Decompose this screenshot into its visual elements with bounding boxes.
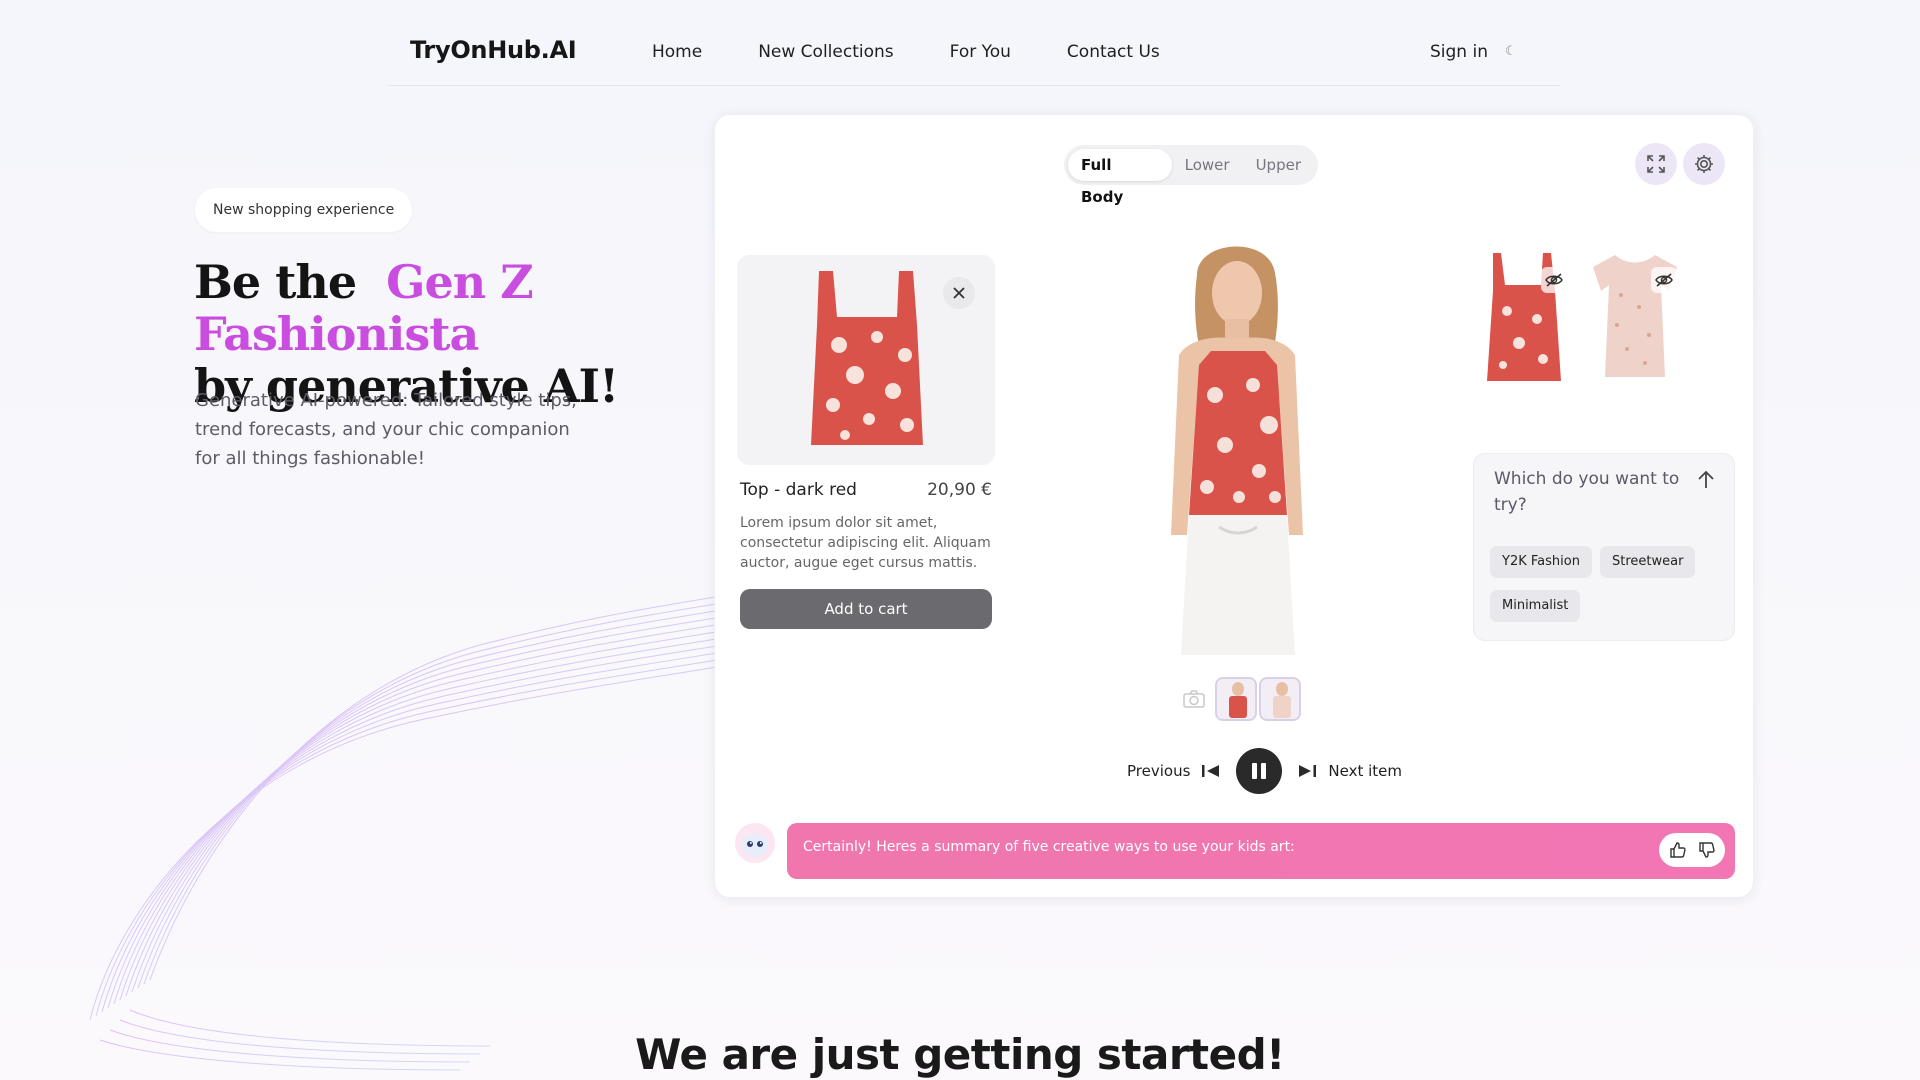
assistant-avatar xyxy=(735,823,775,863)
product-image[interactable] xyxy=(737,255,995,465)
hero-title-lead: Be the xyxy=(194,255,357,309)
chip-y2k-fashion[interactable]: Y2K Fashion xyxy=(1490,546,1592,578)
previous-label[interactable]: Previous xyxy=(1127,762,1190,780)
style-prompt-box: Which do you want to try? Y2K Fashion St… xyxy=(1473,453,1735,641)
thumbs-down-icon[interactable] xyxy=(1698,841,1716,859)
pause-button[interactable] xyxy=(1236,748,1283,794)
camera-icon[interactable] xyxy=(1183,690,1205,708)
chip-streetwear[interactable]: Streetwear xyxy=(1600,546,1696,578)
close-icon xyxy=(953,287,965,299)
hero-subtitle: Generative AI-powered: Tailored style ti… xyxy=(195,390,577,469)
moon-icon[interactable]: ☾ xyxy=(1505,44,1517,59)
style-prompt-input[interactable]: Which do you want to try? xyxy=(1494,466,1684,518)
nav-home[interactable]: Home xyxy=(652,42,702,62)
feedback-buttons xyxy=(1659,833,1725,867)
wardrobe-item[interactable] xyxy=(1587,245,1683,387)
sign-in-link[interactable]: Sign in xyxy=(1430,42,1488,62)
top-navigation-bar: TryOnHub.AI Home New Collections For You… xyxy=(388,26,1560,86)
pause-icon xyxy=(1252,763,1267,779)
thumbs-up-icon[interactable] xyxy=(1669,841,1687,859)
model-preview xyxy=(1171,246,1303,655)
next-item-label[interactable]: Next item xyxy=(1328,762,1402,780)
segment-full-body[interactable]: Full Body xyxy=(1068,149,1172,206)
remove-product-button[interactable] xyxy=(943,277,975,309)
nav-contact-us[interactable]: Contact Us xyxy=(1067,42,1160,62)
product-card: Top - dark red 20,90 € Lorem ipsum dolor… xyxy=(737,255,995,629)
look-thumbnail[interactable] xyxy=(1259,677,1301,721)
skip-next-icon[interactable] xyxy=(1296,762,1318,780)
new-experience-pill: New shopping experience xyxy=(195,188,413,232)
look-thumbnail[interactable] xyxy=(1215,677,1257,721)
nav-for-you[interactable]: For You xyxy=(950,42,1011,62)
try-on-panel: Full Body Lower Upper Top - dark red 20,… xyxy=(714,114,1754,898)
product-description: Lorem ipsum dolor sit amet, consectetur … xyxy=(740,515,991,571)
wardrobe-item[interactable] xyxy=(1477,245,1573,387)
skip-previous-icon[interactable] xyxy=(1200,762,1222,780)
nav-new-collections[interactable]: New Collections xyxy=(758,42,893,62)
body-segment-control: Full Body Lower Upper xyxy=(1064,145,1318,206)
brand-logo[interactable]: TryOnHub.AI xyxy=(410,36,577,64)
segment-upper[interactable]: Upper xyxy=(1243,149,1314,181)
assistant-message-text: Certainly! Heres a summary of five creat… xyxy=(803,839,1295,855)
section-heading: We are just getting started! xyxy=(635,1030,1285,1079)
expand-icon xyxy=(1647,155,1665,173)
gear-icon xyxy=(1695,155,1713,173)
arrow-up-icon[interactable] xyxy=(1694,468,1718,492)
product-name: Top - dark red xyxy=(740,480,857,500)
segment-lower[interactable]: Lower xyxy=(1172,149,1243,181)
product-price: 20,90 € xyxy=(927,480,992,500)
fullscreen-button[interactable] xyxy=(1635,143,1677,185)
look-thumbnails xyxy=(1183,677,1301,721)
eye-off-icon[interactable] xyxy=(1651,267,1677,293)
playback-controls: Previous Next item xyxy=(1127,747,1402,795)
chip-minimalist[interactable]: Minimalist xyxy=(1490,590,1581,622)
main-nav: Home New Collections For You Contact Us xyxy=(652,42,1216,62)
eye-off-icon[interactable] xyxy=(1541,267,1567,293)
add-to-cart-button[interactable]: Add to cart xyxy=(740,589,992,629)
settings-button[interactable] xyxy=(1683,143,1725,185)
assistant-message: Certainly! Heres a summary of five creat… xyxy=(787,823,1735,879)
